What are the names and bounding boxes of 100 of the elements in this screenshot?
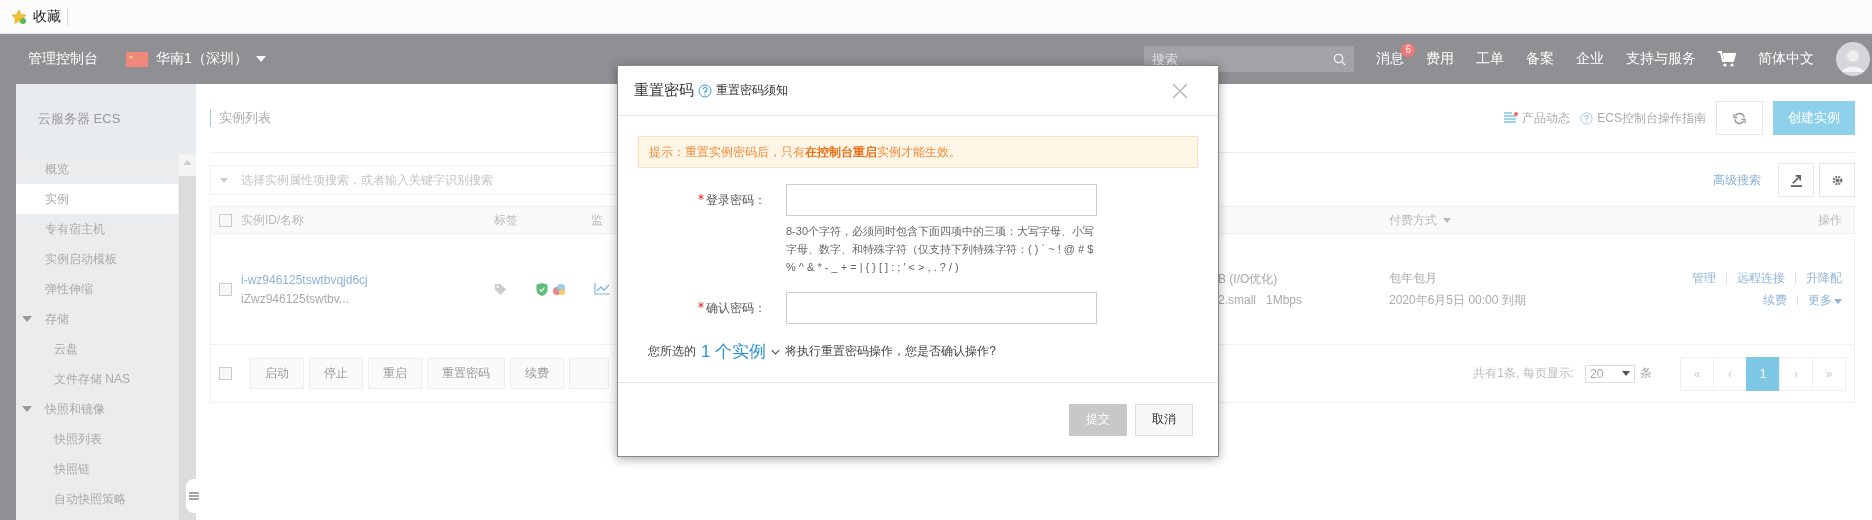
nav-link[interactable]: 工单 — [1476, 50, 1504, 66]
close-icon[interactable] — [1172, 82, 1188, 99]
scroll-up-icon[interactable] — [183, 160, 192, 165]
nav-link[interactable]: 备案 — [1526, 50, 1554, 66]
page-size-select[interactable]: 20 — [1585, 364, 1635, 383]
action-link[interactable]: 升降配 — [1806, 269, 1842, 287]
cart-icon[interactable] — [1718, 51, 1736, 67]
password-field[interactable] — [786, 292, 1097, 324]
help-icon[interactable] — [698, 83, 712, 98]
language-selector[interactable]: 简体中文 — [1758, 50, 1814, 68]
required-icon — [698, 194, 704, 200]
chart-icon[interactable] — [594, 283, 610, 295]
nav-link[interactable]: 费用 — [1426, 50, 1454, 66]
settings-icon — [1830, 173, 1844, 187]
sidebar-item[interactable]: 实例 — [16, 184, 178, 214]
advanced-search-link[interactable]: 高级搜索 — [1713, 171, 1761, 189]
settings-button[interactable] — [1819, 163, 1855, 197]
caret-down-icon — [22, 314, 32, 324]
page-size-unit: 条 — [1640, 365, 1652, 382]
caret-down-icon — [22, 404, 32, 414]
field-label: 登录密码： — [638, 184, 786, 276]
page-title: 实例列表 — [210, 109, 271, 127]
sidebar-item[interactable]: 实例启动模板 — [16, 244, 178, 274]
column-header: 监 — [591, 211, 603, 229]
page-button[interactable]: › — [1779, 356, 1813, 391]
list-icon — [1504, 111, 1519, 125]
tag-icon[interactable] — [494, 282, 507, 296]
caret-icon[interactable] — [220, 178, 228, 183]
chevron-down-icon[interactable] — [771, 348, 781, 355]
row-checkbox[interactable] — [219, 282, 232, 296]
required-icon — [698, 302, 704, 308]
sidebar-subitem[interactable]: 快照列表 — [16, 424, 178, 454]
search-field[interactable]: 搜索 — [1144, 46, 1354, 72]
export-button[interactable] — [1778, 163, 1814, 197]
batch-action-button[interactable]: 重置密码 — [427, 358, 505, 389]
help-link[interactable]: 重置密码须知 — [716, 82, 788, 99]
action-link[interactable]: 管理 — [1692, 269, 1716, 287]
nav-link[interactable]: 支持与服务 — [1626, 50, 1696, 66]
sidebar-subitem[interactable]: 文件存储 NAS — [16, 364, 178, 394]
field-hint: 8-30个字符，必须同时包含下面四项中的三项：大写字母、小写字母、数字、和特殊字符（仅支持下列特殊字符：( ) ` ~ ! @ # $ % ^ & * - _ + = | { } [ ] : ; ' < > , . ? / ) — [786, 224, 1096, 275]
sidebar-item[interactable]: 弹性伸缩 — [16, 274, 178, 304]
password-field[interactable] — [786, 184, 1097, 216]
spec-text: B (I/O优化) — [1218, 271, 1279, 288]
header-link[interactable]: 产品动态 — [1504, 109, 1571, 127]
column-header: 标签 — [494, 211, 519, 229]
nav-link[interactable]: 消息 — [1376, 50, 1404, 66]
sidebar-subitem[interactable]: 快照链 — [16, 454, 178, 484]
collapse-handle[interactable] — [186, 479, 202, 513]
payment-type: 包年包月 — [1389, 269, 1438, 287]
action-link[interactable]: 更多 — [1808, 291, 1842, 309]
batch-action-button[interactable]: 停止 — [309, 358, 363, 389]
select-all-checkbox[interactable] — [219, 213, 232, 227]
action-link[interactable]: 远程连接 — [1737, 269, 1785, 287]
sidebar-item[interactable]: 存储 — [16, 304, 178, 334]
refresh-icon — [1733, 111, 1746, 125]
sidebar-item[interactable]: 概览 — [16, 154, 178, 184]
nav-link[interactable]: 企业 — [1576, 50, 1604, 66]
sidebar-item[interactable]: 专有宿主机 — [16, 214, 178, 244]
confirmation-text: 将执行重置密码操作，您是否确认操作? — [785, 343, 996, 360]
expiry-date: 2020年6月5日 00:00 到期 — [1389, 291, 1527, 309]
column-header[interactable]: 付费方式 — [1389, 211, 1818, 229]
export-icon — [1789, 173, 1803, 187]
create-instance-button[interactable]: 创建实例 — [1773, 101, 1855, 135]
multicolor-icon — [552, 282, 566, 296]
sidebar-item[interactable]: 快照和镜像 — [16, 394, 178, 424]
batch-action-button[interactable]: 重启 — [368, 358, 422, 389]
header-link[interactable]: ECS控制台操作指南 — [1580, 109, 1706, 127]
batch-checkbox[interactable] — [219, 367, 232, 380]
page-button[interactable]: « — [1680, 356, 1714, 391]
selection-text: 您所选的 — [648, 343, 696, 360]
sidebar-subitem[interactable]: 自动快照策略 — [16, 484, 178, 514]
page-button[interactable]: 1 — [1746, 356, 1780, 391]
star-icon — [11, 8, 27, 25]
help-icon — [1580, 111, 1594, 125]
field-label: 确认密码： — [638, 292, 786, 324]
page-button[interactable]: » — [1812, 356, 1846, 391]
shield-icon — [536, 282, 548, 296]
dialog-button[interactable]: 取消 — [1135, 403, 1193, 436]
notification-badge: 6 — [1401, 43, 1415, 57]
caret-icon — [1834, 298, 1842, 304]
spec-text: 2.small 1Mbps — [1218, 293, 1304, 307]
instance-name: iZwz946125tswtbv... — [241, 291, 350, 306]
selected-count-link[interactable]: 1 个实例 — [701, 340, 767, 363]
instance-id-link[interactable]: i-wz946125tswtbvqjd6cj — [241, 272, 494, 287]
region-selector[interactable]: 华南1（深圳） — [126, 50, 266, 68]
column-header: 操作 — [1818, 211, 1842, 229]
notice-banner: 提示：重置实例密码后，只有在控制台重启实例才能生效。 — [638, 136, 1198, 168]
batch-action-button[interactable]: 启动 — [250, 358, 304, 389]
pagination-summary: 共有1条, 每页显示: — [1473, 365, 1574, 382]
action-link[interactable]: 续费 — [1763, 291, 1787, 309]
console-link[interactable]: 管理控制台 — [28, 50, 98, 68]
batch-action-button[interactable]: 续费 — [510, 358, 564, 389]
search-icon — [1333, 53, 1346, 66]
bookmark-link[interactable]: 收藏 — [33, 7, 68, 26]
caret-icon — [1443, 217, 1451, 223]
sidebar-subitem[interactable]: 云盘 — [16, 334, 178, 364]
caret-icon — [255, 56, 266, 62]
refresh-button[interactable] — [1716, 101, 1763, 135]
avatar-icon[interactable] — [1836, 42, 1870, 76]
caret-icon — [1622, 371, 1630, 376]
